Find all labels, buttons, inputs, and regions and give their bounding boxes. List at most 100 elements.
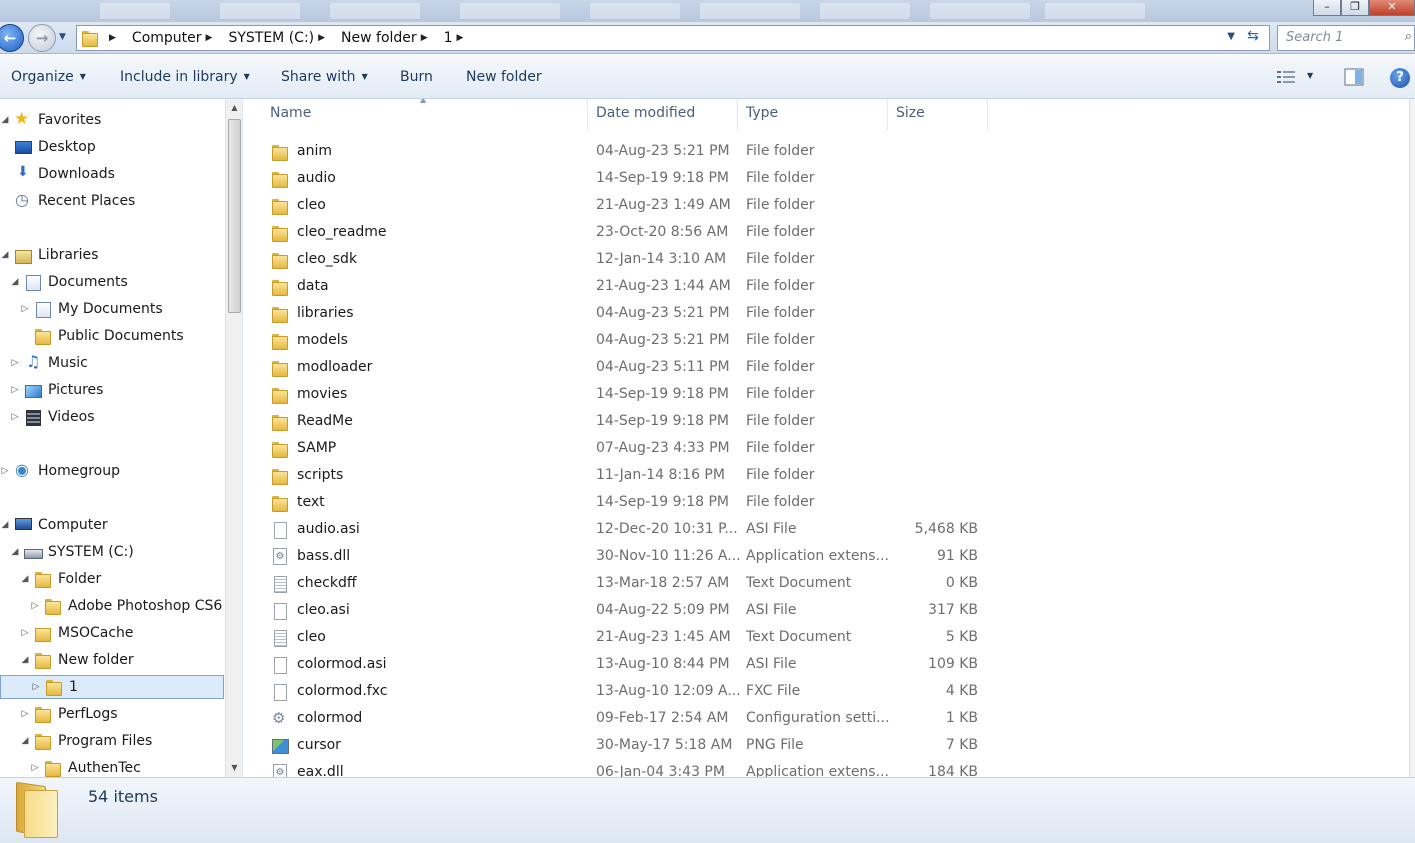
nav-recent-places[interactable]: Recent Places — [10, 189, 135, 213]
file-row[interactable]: anim 04-Aug-23 5:21 PM File folder — [267, 139, 1227, 165]
view-dropdown-arrow[interactable]: ▼ — [1307, 71, 1313, 80]
expand-toggle-icon[interactable]: ◢ — [10, 277, 20, 287]
file-row[interactable]: cleo 21-Aug-23 1:45 AM Text Document 5 KB — [267, 625, 1227, 651]
file-row[interactable]: modloader 04-Aug-23 5:11 PM File folder — [267, 355, 1227, 381]
preview-pane-button[interactable] — [1344, 68, 1364, 86]
expand-toggle-icon[interactable]: ◢ — [20, 574, 30, 584]
file-row[interactable]: bass.dll 30-Nov-10 11:26 A... Application … — [267, 544, 1227, 570]
nav-perflogs[interactable]: ▷ PerfLogs — [20, 702, 118, 726]
scrollbar-thumb[interactable] — [228, 119, 241, 313]
nav-msocache[interactable]: ▷ MSOCache — [20, 621, 134, 645]
nav-program-files[interactable]: ◢ Program Files — [20, 729, 152, 753]
nav-my-documents[interactable]: ▷ My Documents — [20, 297, 163, 321]
address-bar[interactable]: ▶ Computer ▶ SYSTEM (C:) ▶ New folder ▶ 1 ▶ … — [76, 25, 1270, 51]
minimize-button[interactable]: – — [1313, 0, 1341, 16]
nav-1-selected[interactable]: ▷ 1 — [0, 675, 224, 699]
breadcrumb-new-folder[interactable]: New folder ▶ — [337, 26, 440, 50]
content-scrollbar[interactable] — [1409, 99, 1415, 777]
nav-favorites[interactable]: ◢ Favorites — [0, 108, 102, 132]
expand-toggle-icon[interactable]: ▷ — [10, 412, 20, 422]
chevron-right-icon[interactable]: ▶ — [421, 33, 428, 43]
file-row[interactable]: movies 14-Sep-19 9:18 PM File folder — [267, 382, 1227, 408]
expand-toggle-icon[interactable]: ◢ — [0, 250, 10, 260]
nav-computer[interactable]: ◢ Computer — [0, 513, 108, 537]
expand-toggle-icon[interactable]: ◢ — [0, 115, 10, 125]
view-options-button[interactable] — [1277, 70, 1295, 84]
nav-public-documents[interactable]: Public Documents — [30, 324, 184, 348]
nav-documents[interactable]: ◢ Documents — [10, 270, 128, 294]
nav-music[interactable]: ▷ Music — [10, 351, 88, 375]
expand-toggle-icon[interactable]: ▷ — [31, 682, 41, 692]
expand-toggle-icon[interactable]: ▷ — [30, 763, 40, 773]
expand-toggle-icon[interactable]: ▷ — [0, 466, 10, 476]
column-header-date-modified[interactable]: Date modified — [588, 99, 738, 131]
nav-authentec[interactable]: ▷ AuthenTec — [30, 756, 141, 777]
expand-toggle-icon[interactable]: ◢ — [20, 655, 30, 665]
file-row[interactable]: eax.dll 06-Jan-04 3:43 PM Application exte… — [267, 760, 1227, 777]
nav-videos[interactable]: ▷ Videos — [10, 405, 95, 429]
maximize-button[interactable]: ❐ — [1341, 0, 1369, 16]
file-row[interactable]: cleo_sdk 12-Jan-14 3:10 AM File folder — [267, 247, 1227, 273]
file-row[interactable]: cleo_readme 23-Oct-20 8:56 AM File folder — [267, 220, 1227, 246]
burn-button[interactable]: Burn — [400, 69, 433, 85]
column-header-name[interactable]: Name — [262, 99, 588, 131]
new-folder-button[interactable]: New folder — [466, 69, 542, 85]
expand-toggle-icon[interactable]: ▷ — [10, 385, 20, 395]
file-row[interactable]: colormod.asi 13-Aug-10 8:44 PM ASI File 109… — [267, 652, 1227, 678]
back-button[interactable]: ← — [0, 24, 24, 52]
help-button[interactable]: ? — [1390, 68, 1410, 88]
column-header-type[interactable]: Type — [738, 99, 888, 131]
expand-toggle-icon[interactable]: ◢ — [10, 547, 20, 557]
chevron-right-icon[interactable]: ▶ — [457, 33, 464, 43]
close-button[interactable]: ✕ — [1369, 0, 1415, 16]
search-input[interactable]: Search 1 ⌕ — [1277, 25, 1415, 51]
expand-toggle-icon[interactable]: ◢ — [20, 736, 30, 746]
nav-scrollbar[interactable]: ▲ ▼ — [225, 99, 242, 777]
file-row[interactable]: audio 14-Sep-19 9:18 PM File folder — [267, 166, 1227, 192]
file-row[interactable]: colormod 09-Feb-17 2:54 AM Configuration s… — [267, 706, 1227, 732]
expand-toggle-icon[interactable]: ▷ — [10, 358, 20, 368]
expand-toggle-icon[interactable]: ◢ — [0, 520, 10, 530]
forward-button[interactable]: → — [28, 24, 56, 52]
scroll-down-arrow-icon[interactable]: ▼ — [226, 759, 242, 777]
file-row[interactable]: cursor 30-May-17 5:18 AM PNG File 7 KB — [267, 733, 1227, 759]
file-row[interactable]: libraries 04-Aug-23 5:21 PM File folder — [267, 301, 1227, 327]
file-row[interactable]: data 21-Aug-23 1:44 AM File folder — [267, 274, 1227, 300]
chevron-right-icon[interactable]: ▶ — [206, 33, 213, 43]
expand-toggle-icon[interactable]: ▷ — [20, 709, 30, 719]
refresh-button[interactable]: ⇆ — [1241, 28, 1265, 48]
breadcrumb-computer[interactable]: Computer ▶ — [128, 26, 225, 50]
file-row[interactable]: checkdff 13-Mar-18 2:57 AM Text Document 0 … — [267, 571, 1227, 597]
file-row[interactable]: ReadMe 14-Sep-19 9:18 PM File folder — [267, 409, 1227, 435]
nav-folder[interactable]: ◢ Folder — [20, 567, 101, 591]
recent-pages-dropdown[interactable]: ▼ — [59, 32, 66, 42]
file-row[interactable]: text 14-Sep-19 9:18 PM File folder — [267, 490, 1227, 516]
nav-pictures[interactable]: ▷ Pictures — [10, 378, 103, 402]
include-in-library-button[interactable]: Include in library ▼ — [120, 69, 250, 85]
share-with-button[interactable]: Share with ▼ — [281, 69, 368, 85]
file-row[interactable]: audio.asi 12-Dec-20 10:31 P... ASI File 5,4… — [267, 517, 1227, 543]
nav-libraries[interactable]: ◢ Libraries — [0, 243, 98, 267]
nav-system-c[interactable]: ◢ SYSTEM (C:) — [10, 540, 134, 564]
breadcrumb-system-c[interactable]: SYSTEM (C:) ▶ — [224, 26, 337, 50]
file-row[interactable]: models 04-Aug-23 5:21 PM File folder — [267, 328, 1227, 354]
file-row[interactable]: cleo.asi 04-Aug-22 5:09 PM ASI File 317 KB — [267, 598, 1227, 624]
nav-homegroup[interactable]: ▷ Homegroup — [0, 459, 120, 483]
breadcrumb-1[interactable]: 1 ▶ — [440, 26, 476, 50]
nav-downloads[interactable]: Downloads — [10, 162, 115, 186]
nav-adobe-photoshop-cs6[interactable]: ▷ Adobe Photoshop CS6 — [30, 594, 222, 618]
column-header-size[interactable]: Size — [888, 99, 988, 131]
breadcrumb-root-arrow[interactable]: ▶ — [101, 26, 128, 50]
file-row[interactable]: SAMP 07-Aug-23 4:33 PM File folder — [267, 436, 1227, 462]
nav-new-folder[interactable]: ◢ New folder — [20, 648, 134, 672]
file-row[interactable]: cleo 21-Aug-23 1:49 AM File folder — [267, 193, 1227, 219]
expand-toggle-icon[interactable]: ▷ — [20, 628, 30, 638]
expand-toggle-icon[interactable]: ▷ — [20, 304, 30, 314]
scroll-up-arrow-icon[interactable]: ▲ — [226, 99, 242, 117]
file-row[interactable]: scripts 11-Jan-14 8:16 PM File folder — [267, 463, 1227, 489]
nav-desktop[interactable]: Desktop — [10, 135, 96, 159]
expand-toggle-icon[interactable]: ▷ — [30, 601, 40, 611]
chevron-right-icon[interactable]: ▶ — [318, 33, 325, 43]
address-history-dropdown[interactable]: ▼ — [1227, 31, 1235, 42]
organize-button[interactable]: Organize ▼ — [11, 69, 86, 85]
